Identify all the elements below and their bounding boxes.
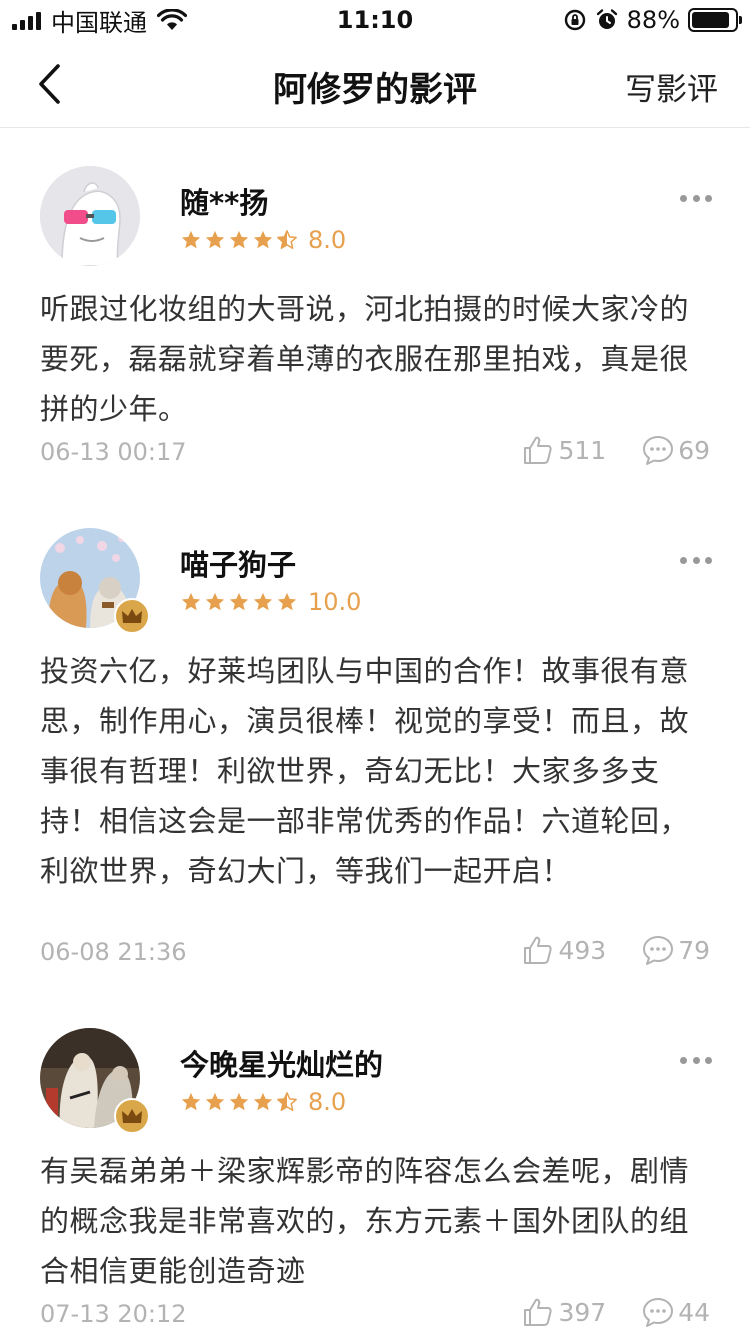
comment-bubble-icon: [643, 436, 674, 465]
crown-icon: [122, 1109, 142, 1123]
thumbs-up-icon: [524, 436, 553, 464]
comment-button[interactable]: 44: [642, 1296, 710, 1328]
review-date: 06-13 00:17: [40, 438, 187, 466]
status-right: 88%: [563, 6, 742, 34]
battery-icon: [688, 8, 742, 32]
comment-button[interactable]: 69: [642, 434, 710, 466]
star-rating: [180, 591, 298, 613]
star-full-icon: [253, 592, 273, 611]
username[interactable]: 今晚星光灿烂的: [180, 1042, 383, 1084]
like-button[interactable]: 397: [522, 1296, 606, 1328]
like-button[interactable]: 493: [522, 934, 606, 966]
star-full-icon: [181, 1092, 201, 1111]
rating: 10.0: [180, 588, 361, 616]
star-half-icon: [277, 230, 297, 249]
navigation-bar: 阿修罗的影评 写影评: [0, 40, 750, 128]
like-count: 511: [558, 435, 607, 465]
score: 10.0: [308, 588, 362, 616]
score: 8.0: [308, 226, 347, 254]
star-full-icon: [181, 592, 201, 611]
star-full-icon: [229, 230, 249, 249]
more-options-button[interactable]: [680, 190, 712, 206]
like-button[interactable]: 511: [522, 434, 606, 466]
review-actions: 511 69: [522, 434, 710, 466]
review-text[interactable]: 有吴磊弟弟＋梁家辉影帝的阵容怎么会差呢，剧情的概念我是非常喜欢的，东方元素＋国外…: [40, 1146, 710, 1296]
review-actions: 397 44: [522, 1296, 710, 1328]
star-full-icon: [277, 592, 297, 611]
comment-button[interactable]: 79: [642, 934, 710, 966]
star-full-icon: [181, 230, 201, 249]
battery-fill: [692, 12, 729, 28]
star-full-icon: [205, 592, 225, 611]
review-text[interactable]: 投资六亿，好莱坞团队与中国的合作！故事很有意思，制作用心，演员很棒！视觉的享受！…: [40, 646, 710, 896]
review-date: 06-08 21:36: [40, 938, 187, 966]
rating: 8.0: [180, 1088, 346, 1116]
star-rating: [180, 1091, 298, 1113]
crown-icon: [122, 609, 142, 623]
comment-count: 69: [678, 435, 710, 465]
star-full-icon: [229, 1092, 249, 1111]
star-rating: [180, 229, 298, 251]
review-meta: 06-13 00:17 511 69: [40, 434, 710, 474]
status-bar: 中国联通 11:10 88%: [0, 0, 750, 40]
review-date: 07-13 20:12: [40, 1300, 187, 1328]
vip-crown-badge: [114, 1098, 150, 1134]
review-meta: 06-08 21:36 493 79: [40, 934, 710, 974]
like-count: 493: [558, 935, 607, 965]
comment-count: 44: [678, 1297, 710, 1327]
vip-crown-badge: [114, 598, 150, 634]
comment-count: 79: [678, 935, 710, 965]
orientation-lock-icon: [564, 9, 585, 31]
comment-bubble-icon: [643, 936, 674, 965]
username[interactable]: 随**扬: [180, 180, 268, 222]
star-full-icon: [205, 1092, 225, 1111]
battery-percent: 88%: [626, 6, 680, 34]
star-full-icon: [229, 592, 249, 611]
thumbs-up-icon: [524, 936, 553, 964]
star-half-icon: [277, 1092, 297, 1111]
star-full-icon: [253, 230, 273, 249]
like-count: 397: [558, 1297, 607, 1327]
avatar[interactable]: [40, 166, 140, 266]
rating: 8.0: [180, 226, 346, 254]
username[interactable]: 喵子狗子: [180, 542, 296, 584]
more-options-button[interactable]: [680, 552, 712, 568]
score: 8.0: [308, 1088, 347, 1116]
alarm-icon: [596, 9, 617, 29]
star-full-icon: [205, 230, 225, 249]
star-full-icon: [253, 1092, 273, 1111]
review-actions: 493 79: [522, 934, 710, 966]
more-options-button[interactable]: [680, 1052, 712, 1068]
comment-bubble-icon: [643, 1298, 674, 1327]
thumbs-up-icon: [524, 1298, 553, 1326]
review-meta: 07-13 20:12 397 44: [40, 1296, 710, 1334]
write-review-button[interactable]: 写影评: [625, 64, 718, 109]
review-text[interactable]: 听跟过化妆组的大哥说，河北拍摄的时候大家冷的要死，磊磊就穿着单薄的衣服在那里拍戏…: [40, 284, 710, 434]
default-avatar-icon: [40, 166, 140, 266]
